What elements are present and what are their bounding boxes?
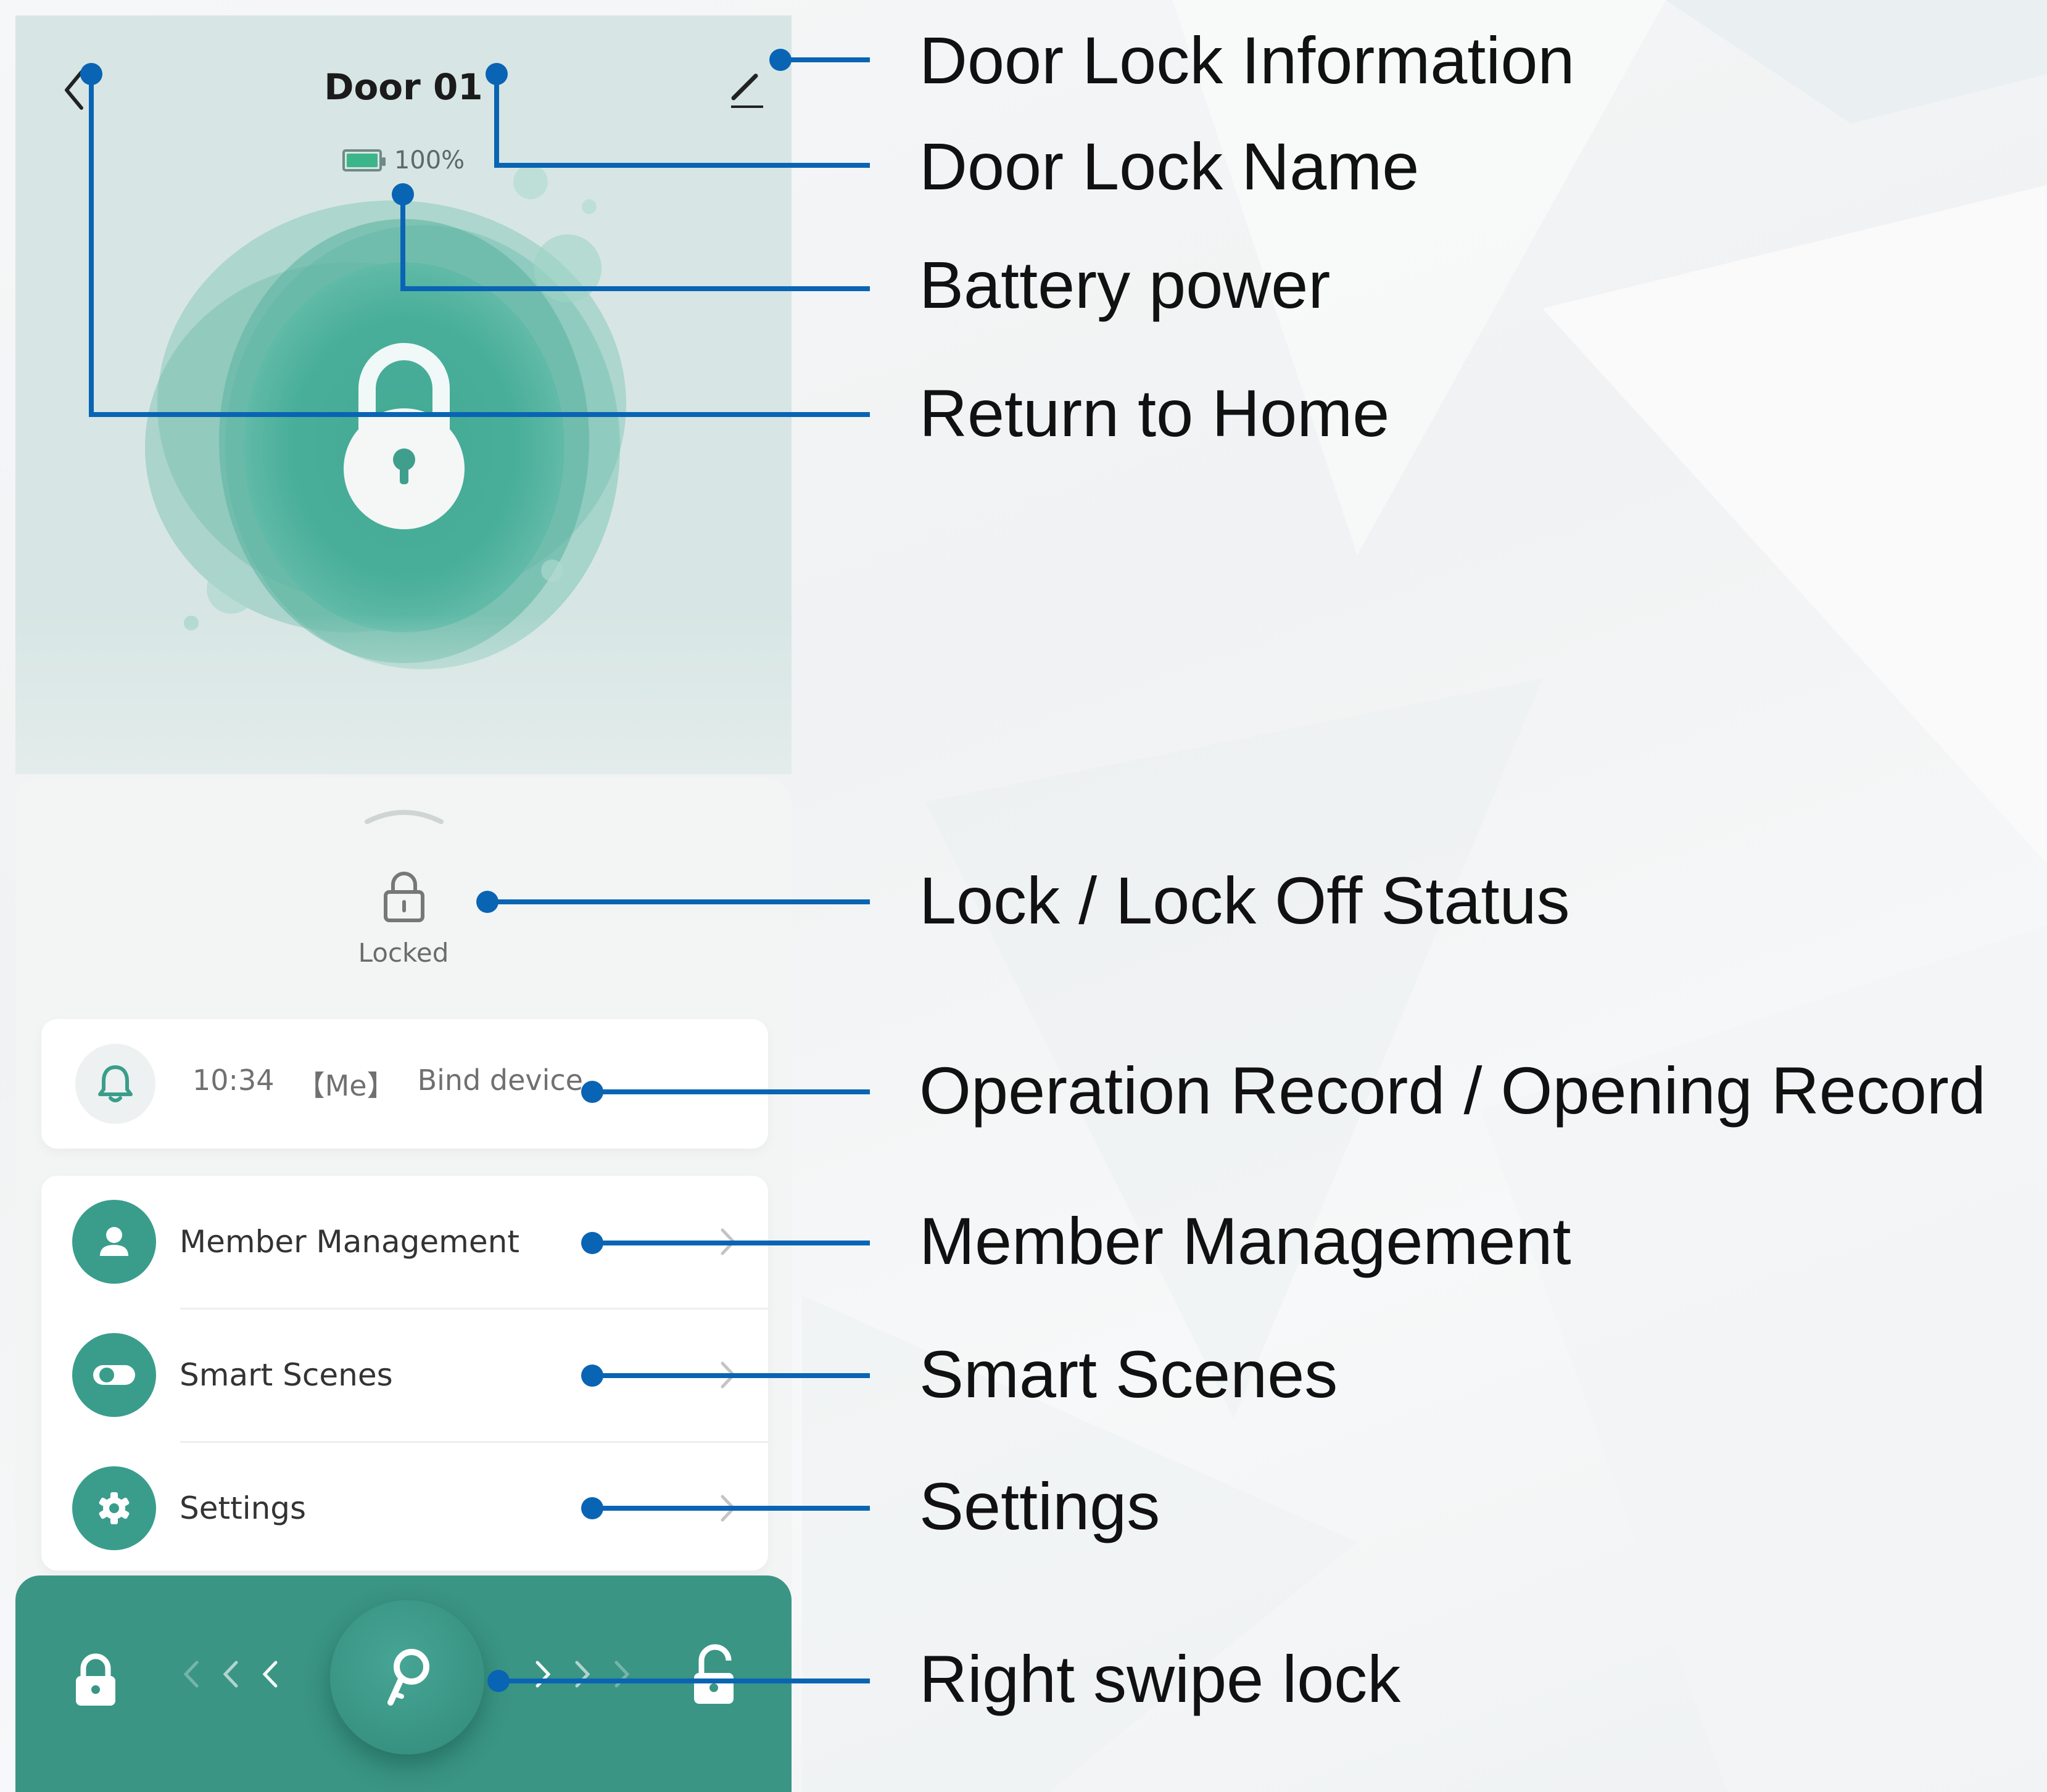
lock-status-label: Locked — [358, 938, 449, 968]
right-arrows — [534, 1659, 631, 1690]
sheet-handle[interactable] — [361, 803, 447, 828]
padlock-icon — [344, 343, 465, 529]
bell-icon — [98, 1065, 133, 1102]
gear-icon — [99, 1492, 130, 1524]
menu-card: Member Management Smart Scenes Settings — [41, 1176, 768, 1571]
chevron-left-icon — [262, 1661, 278, 1688]
person-icon — [100, 1227, 128, 1256]
swipe-knob[interactable] — [330, 1600, 484, 1754]
lock-icon — [76, 1653, 115, 1706]
chevron-right-icon — [575, 1661, 590, 1688]
swipe-lock-bar[interactable] — [15, 1575, 792, 1792]
menu-item-label: Smart Scenes — [180, 1357, 393, 1393]
latest-record: 10:34 【Me】 Bind device — [192, 1063, 583, 1104]
record-time: 10:34 — [192, 1063, 275, 1097]
gear-icon-circle — [72, 1466, 156, 1550]
annotation-lock-status: Lock / Lock Off Status — [919, 863, 1570, 938]
chevron-right-icon — [721, 1361, 735, 1389]
battery-indicator: 100% — [15, 146, 792, 175]
menu-item-label: Member Management — [180, 1224, 519, 1260]
annotation-battery-power: Battery power — [919, 247, 1331, 322]
chevron-left-icon — [183, 1661, 199, 1688]
menu-item-member-management[interactable]: Member Management — [41, 1176, 768, 1308]
menu-item-label: Settings — [180, 1490, 307, 1526]
chevron-right-icon — [721, 1495, 735, 1522]
door-lock-name: Door 01 — [324, 66, 483, 108]
record-action: Bind device — [417, 1063, 583, 1097]
annotation-settings: Settings — [919, 1469, 1160, 1543]
annotation-door-lock-name: Door Lock Name — [919, 129, 1420, 204]
annotation-return-to-home: Return to Home — [919, 376, 1390, 450]
chevron-right-icon — [536, 1661, 551, 1688]
menu-item-settings[interactable]: Settings — [41, 1442, 768, 1574]
record-actor: 【Me】 — [296, 1069, 395, 1102]
operation-record-card[interactable]: 10:34 【Me】 Bind device — [41, 1019, 768, 1149]
lock-header-area: Door 01 100% — [15, 15, 792, 774]
left-arrows — [182, 1659, 279, 1690]
edit-button[interactable] — [725, 64, 774, 113]
chevron-right-icon — [614, 1661, 630, 1688]
person-icon-circle — [72, 1200, 156, 1284]
pencil-icon — [731, 73, 763, 108]
annotation-smart-scenes: Smart Scenes — [919, 1337, 1338, 1411]
battery-icon — [342, 149, 386, 171]
key-icon — [387, 1649, 429, 1706]
annotation-member-management: Member Management — [919, 1204, 1571, 1278]
toggle-icon-circle — [72, 1333, 156, 1417]
toggle-icon — [93, 1365, 135, 1385]
annotation-right-swipe-lock: Right swipe lock — [919, 1641, 1401, 1716]
unlock-icon — [694, 1644, 734, 1704]
annotation-operation-record: Operation Record / Opening Record — [919, 1053, 1986, 1128]
annotation-door-lock-information: Door Lock Information — [919, 23, 1575, 97]
padlock-small-icon — [384, 872, 424, 922]
battery-fill — [346, 154, 378, 167]
battery-percent: 100% — [394, 146, 465, 175]
bell-icon-circle — [75, 1044, 155, 1124]
menu-item-smart-scenes[interactable]: Smart Scenes — [41, 1309, 768, 1441]
chevron-left-icon — [223, 1661, 238, 1688]
chevron-right-icon — [721, 1228, 735, 1255]
